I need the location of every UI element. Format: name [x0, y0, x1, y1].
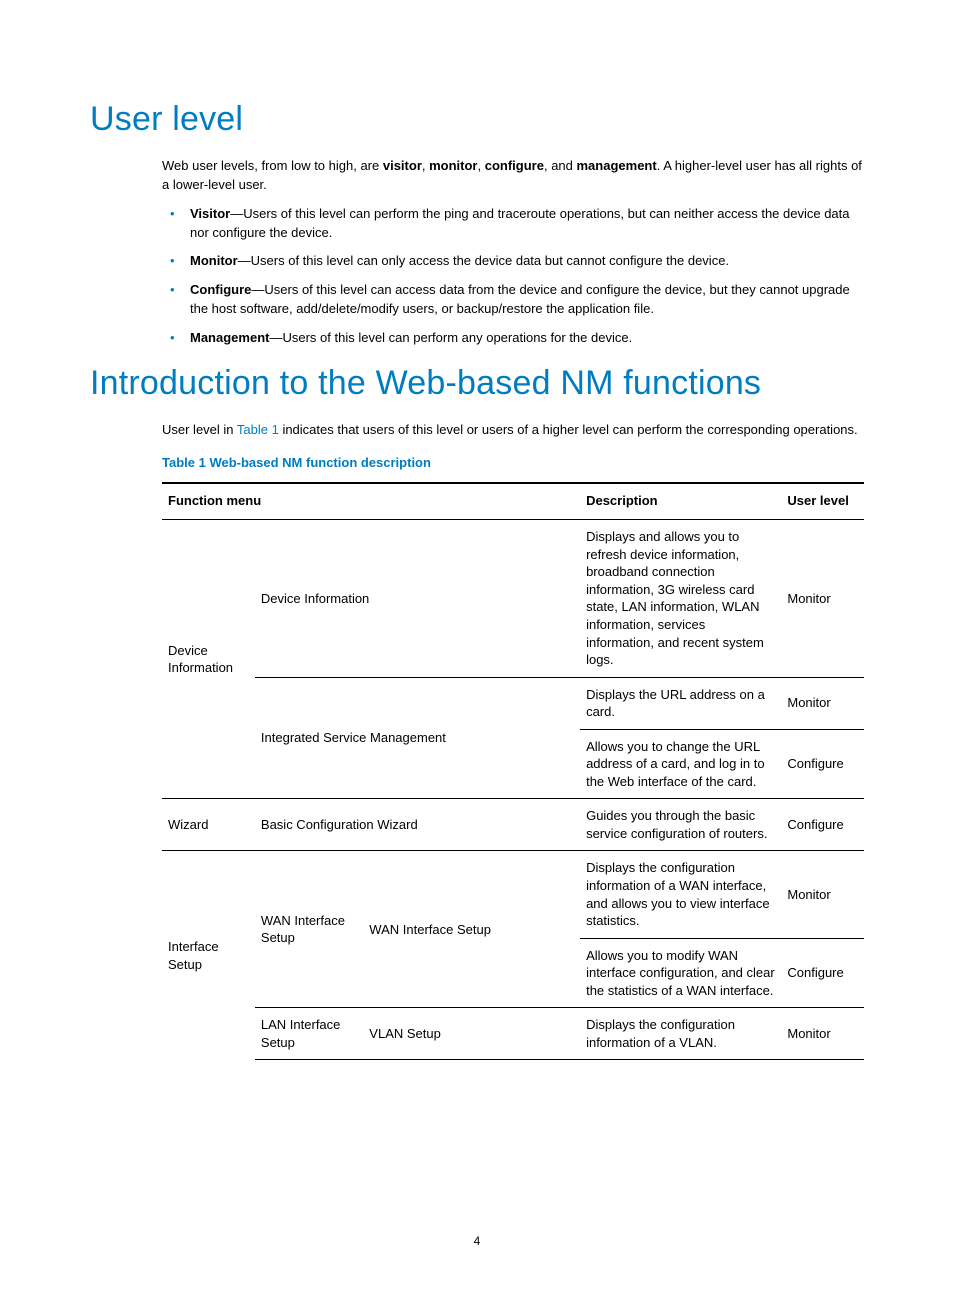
- cell-description: Displays and allows you to refresh devic…: [580, 520, 781, 677]
- page-number: 4: [0, 1234, 954, 1248]
- list-item: Management—Users of this level can perfo…: [162, 329, 864, 348]
- table-row: Wizard Basic Configuration Wizard Guides…: [162, 799, 864, 851]
- cell-user-level: Configure: [781, 799, 864, 851]
- text: ,: [478, 158, 485, 173]
- level-monitor: monitor: [429, 158, 477, 173]
- table-caption: Table 1 Web-based NM function descriptio…: [162, 454, 864, 473]
- cell-menu-l3: Integrated Service Management: [255, 677, 580, 799]
- cell-menu-l3: WAN Interface Setup: [363, 851, 580, 1008]
- cell-description: Displays the configuration information o…: [580, 851, 781, 938]
- th-description: Description: [580, 483, 781, 519]
- th-user-level: User level: [781, 483, 864, 519]
- cell-description: Allows you to modify WAN interface confi…: [580, 938, 781, 1008]
- bullet-label: Management: [190, 330, 269, 345]
- cell-description: Displays the URL address on a card.: [580, 677, 781, 729]
- table-row: Integrated Service Management Displays t…: [162, 677, 864, 729]
- level-management: management: [577, 158, 657, 173]
- list-item: Visitor—Users of this level can perform …: [162, 205, 864, 243]
- intro-paragraph: Web user levels, from low to high, are v…: [162, 157, 864, 195]
- bullet-text: —Users of this level can only access the…: [238, 253, 729, 268]
- cell-user-level: Monitor: [781, 677, 864, 729]
- list-item: Monitor—Users of this level can only acc…: [162, 252, 864, 271]
- text: , and: [544, 158, 577, 173]
- list-item: Configure—Users of this level can access…: [162, 281, 864, 319]
- cell-menu-l2: Basic Configuration Wizard: [255, 799, 580, 851]
- text: User level in: [162, 422, 237, 437]
- table-row: LAN Interface Setup VLAN Setup Displays …: [162, 1008, 864, 1060]
- cell-user-level: Configure: [781, 938, 864, 1008]
- bullet-text: —Users of this level can perform the pin…: [190, 206, 850, 240]
- bullet-text: —Users of this level can perform any ope…: [269, 330, 632, 345]
- user-level-list: Visitor—Users of this level can perform …: [162, 205, 864, 348]
- heading-nm-functions: Introduction to the Web-based NM functio…: [90, 364, 864, 403]
- bullet-text: —Users of this level can access data fro…: [190, 282, 850, 316]
- level-visitor: visitor: [383, 158, 422, 173]
- th-function-menu: Function menu: [162, 483, 580, 519]
- bullet-label: Monitor: [190, 253, 238, 268]
- level-configure: configure: [485, 158, 544, 173]
- heading-user-level: User level: [90, 100, 864, 139]
- cell-description: Guides you through the basic service con…: [580, 799, 781, 851]
- nm-intro-paragraph: User level in Table 1 indicates that use…: [162, 421, 864, 440]
- cell-menu-l3: Device Information: [255, 520, 580, 677]
- bullet-label: Visitor: [190, 206, 230, 221]
- text: Web user levels, from low to high, are: [162, 158, 383, 173]
- table-row: Device Information Device Information Di…: [162, 520, 864, 677]
- text: indicates that users of this level or us…: [279, 422, 858, 437]
- table-1-xref[interactable]: Table 1: [237, 422, 279, 437]
- cell-menu-l2: WAN Interface Setup: [255, 851, 363, 1008]
- cell-user-level: Monitor: [781, 520, 864, 677]
- cell-user-level: Configure: [781, 729, 864, 799]
- table-row: Interface Setup WAN Interface Setup WAN …: [162, 851, 864, 938]
- table-header-row: Function menu Description User level: [162, 483, 864, 519]
- cell-menu-l2: LAN Interface Setup: [255, 1008, 363, 1060]
- cell-menu-l1: Wizard: [162, 799, 255, 851]
- cell-user-level: Monitor: [781, 1008, 864, 1060]
- nm-function-table: Function menu Description User level Dev…: [162, 482, 864, 1060]
- cell-description: Allows you to change the URL address of …: [580, 729, 781, 799]
- cell-menu-l1: Device Information: [162, 520, 255, 799]
- bullet-label: Configure: [190, 282, 251, 297]
- cell-user-level: Monitor: [781, 851, 864, 938]
- cell-description: Displays the configuration information o…: [580, 1008, 781, 1060]
- cell-menu-l3: VLAN Setup: [363, 1008, 580, 1060]
- cell-menu-l1: Interface Setup: [162, 851, 255, 1060]
